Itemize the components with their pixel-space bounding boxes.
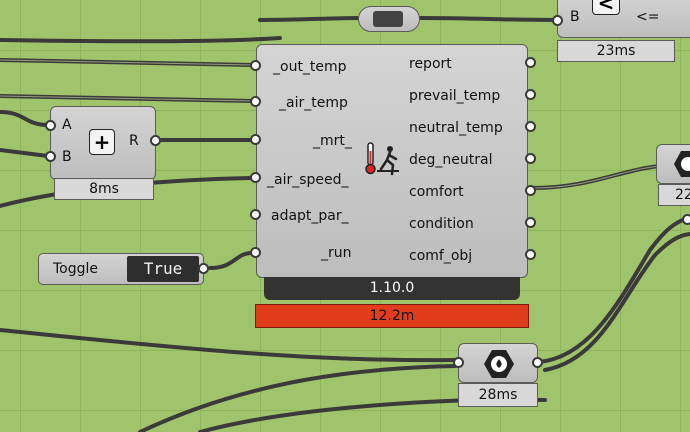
input-grip-mrt[interactable]: [250, 134, 261, 145]
wire: [0, 148, 50, 158]
output-label-r: R: [129, 133, 139, 149]
input-adapt-par: adapt_par_: [271, 208, 349, 224]
op-label: <=: [636, 9, 660, 25]
input-grip-out-temp[interactable]: [250, 60, 261, 71]
input-run: _run: [321, 245, 352, 261]
wire: [0, 110, 50, 127]
bottom-param-node[interactable]: [453, 343, 543, 383]
wire: [0, 328, 457, 363]
bottom-node-time: 28ms: [458, 383, 538, 407]
toggle-label: Toggle: [53, 261, 99, 277]
input-grip-air-temp[interactable]: [250, 96, 261, 107]
input-label-b: B: [570, 9, 580, 25]
output-grip-comf-obj[interactable]: [525, 249, 536, 260]
input-air-speed: _air_speed_: [267, 172, 349, 188]
wire: [258, 16, 364, 22]
output-grip-r[interactable]: [150, 135, 161, 146]
output-comf-obj: comf_obj: [409, 248, 473, 264]
right-param-node[interactable]: [656, 144, 690, 184]
less-than-icon: <: [592, 0, 620, 15]
input-grip[interactable]: [453, 357, 464, 368]
right-node-grip[interactable]: [682, 214, 690, 225]
compare-component[interactable]: B < <=: [552, 0, 690, 38]
output-grip-comfort[interactable]: [525, 185, 536, 196]
output-comfort: comfort: [409, 184, 464, 200]
runtime-warning-bar: 12.2m: [255, 304, 529, 328]
boolean-toggle[interactable]: Toggle True: [38, 253, 209, 285]
output-prevail-temp: prevail_temp: [409, 88, 501, 104]
input-grip-b[interactable]: [45, 151, 56, 162]
wire: [138, 364, 457, 432]
output-grip-report[interactable]: [525, 57, 536, 68]
input-mrt: _mrt_: [313, 133, 352, 149]
output-report: report: [409, 56, 452, 72]
relay-node[interactable]: [358, 6, 420, 32]
output-neutral-temp: neutral_temp: [409, 120, 503, 136]
hex-nut-drop-icon: [483, 348, 515, 380]
wire: [536, 216, 690, 364]
compare-time: 23ms: [557, 40, 675, 62]
addition-component[interactable]: A B R +: [45, 106, 161, 180]
output-grip-condition[interactable]: [525, 217, 536, 228]
input-grip-a[interactable]: [45, 120, 56, 131]
toggle-value-button[interactable]: True: [127, 256, 199, 282]
input-out-temp: _out_temp: [273, 59, 347, 75]
output-grip[interactable]: [198, 263, 209, 274]
input-grip-b[interactable]: [552, 15, 563, 26]
adaptive-comfort-component[interactable]: _out_temp _air_temp _mrt_ _air_speed_ ad…: [256, 44, 528, 278]
input-label-b: B: [62, 149, 72, 165]
addition-time: 8ms: [54, 178, 154, 200]
hex-nut-icon: [673, 149, 690, 179]
output-deg-neutral: deg_neutral: [409, 152, 493, 168]
plus-icon: +: [89, 129, 115, 155]
input-grip-air-speed[interactable]: [250, 172, 261, 183]
input-air-temp: _air_temp: [279, 95, 348, 111]
input-label-a: A: [62, 117, 72, 133]
right-node-time: 22: [658, 184, 690, 206]
version-bar: 1.10.0: [264, 277, 520, 300]
output-condition: condition: [409, 216, 474, 232]
output-grip-prevail-temp[interactable]: [525, 89, 536, 100]
thermometer-person-icon: [365, 141, 401, 177]
relay-inner: [373, 11, 403, 27]
wire: [0, 36, 282, 44]
output-grip[interactable]: [532, 357, 543, 368]
input-grip-adapt-par[interactable]: [250, 209, 261, 220]
wire: [208, 251, 254, 270]
output-grip-deg-neutral[interactable]: [525, 153, 536, 164]
grasshopper-canvas[interactable]: B < <= 23ms A B R + 8ms Toggle True _out…: [0, 0, 690, 432]
input-grip-run[interactable]: [250, 247, 261, 258]
output-grip-neutral-temp[interactable]: [525, 121, 536, 132]
wire: [418, 16, 558, 22]
